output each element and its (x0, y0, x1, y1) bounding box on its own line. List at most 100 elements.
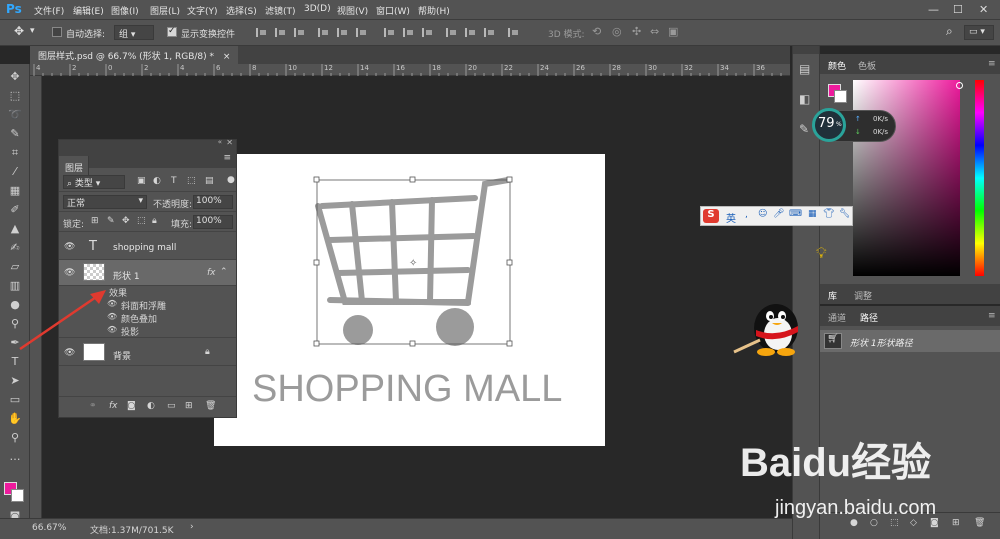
lock-artboard-icon[interactable]: ⬚ (137, 216, 146, 226)
document-tab[interactable]: 图层样式.psd @ 66.7% (形状 1, RGB/8) * × (30, 46, 239, 64)
tab-adjustments[interactable]: 调整 (854, 289, 872, 302)
3d-roll-icon[interactable]: ◎ (612, 25, 622, 38)
menu-filter[interactable]: 滤镜(T) (265, 4, 296, 17)
healing-brush-tool-icon[interactable]: ▦ (7, 184, 23, 198)
3d-rotate-icon[interactable]: ⟲ (592, 25, 601, 38)
lock-position-icon[interactable]: ✥ (122, 216, 130, 226)
emoji-icon[interactable]: ☺ (758, 209, 767, 219)
distribute-left-icon[interactable] (446, 28, 457, 37)
path-name[interactable]: 形状 1形状路径 (850, 336, 913, 349)
document-tab-close-icon[interactable]: × (223, 52, 231, 62)
delete-layer-icon[interactable]: 🗑︎ (205, 401, 216, 411)
hand-tool-icon[interactable]: ✋ (7, 412, 23, 426)
filter-shape-icon[interactable]: ⬚ (187, 176, 196, 186)
collapse-icon[interactable]: « (218, 138, 222, 146)
path-row[interactable]: 🛒︎ 形状 1形状路径 (820, 330, 1000, 352)
filter-type-icon[interactable]: T (171, 176, 177, 186)
search-icon[interactable]: ⌕ (946, 24, 953, 39)
filter-pixel-icon[interactable]: ▣ (137, 176, 146, 186)
tool-preset-chevron-icon[interactable]: ▾ (30, 26, 35, 36)
filter-smart-icon[interactable]: ▤ (205, 176, 214, 186)
clone-stamp-tool-icon[interactable]: ▲ (7, 222, 23, 236)
brush-panel-icon[interactable]: ✎ (799, 122, 809, 136)
panel-menu-icon[interactable]: ≡ (988, 59, 996, 69)
crop-tool-icon[interactable]: ⌗ (7, 146, 23, 160)
distribute-bottom-icon[interactable] (422, 28, 433, 37)
layer-row-text[interactable]: 👁︎ T shopping mall (59, 234, 236, 260)
history-brush-tool-icon[interactable]: ✍ (7, 241, 23, 255)
tab-channels[interactable]: 通道 (828, 311, 846, 324)
menu-edit[interactable]: 编辑(E) (73, 4, 104, 17)
skin-icon[interactable]: 👕︎ (823, 209, 834, 219)
fill-field[interactable]: 100% (193, 215, 233, 229)
menu-help[interactable]: 帮助(H) (418, 4, 450, 17)
ime-mode-label[interactable]: 英 (726, 210, 736, 225)
menu-view[interactable]: 视图(V) (337, 4, 368, 17)
visibility-eye-icon[interactable]: 👁︎ (64, 268, 75, 278)
minimize-button[interactable]: — (928, 3, 939, 16)
type-tool-icon[interactable]: T (7, 355, 23, 369)
filter-toggle-icon[interactable]: ● (227, 175, 235, 185)
keyboard-icon[interactable]: ⌨ (789, 209, 802, 219)
opacity-field[interactable]: 100% (193, 195, 233, 209)
align-right-icon[interactable] (294, 28, 305, 37)
menu-file[interactable]: 文件(F) (34, 4, 64, 17)
marquee-tool-icon[interactable]: ⬚ (7, 89, 23, 103)
shopping-cart-shape[interactable]: ✧ (300, 170, 530, 355)
layer-name[interactable]: shopping mall (113, 243, 176, 253)
link-layers-icon[interactable]: ⚭ (89, 401, 97, 411)
punctuation-icon[interactable]: , (745, 210, 748, 220)
background-color-swatch[interactable] (834, 90, 847, 103)
layer-name[interactable]: 形状 1 (113, 269, 140, 282)
settings-wrench-icon[interactable]: 🔧︎ (839, 209, 850, 219)
lock-pixels-icon[interactable]: ✎ (107, 216, 115, 226)
layer-row-shape[interactable]: 👁︎ 形状 1 fx ⌃ (59, 260, 236, 286)
history-icon[interactable]: ▤ (799, 62, 810, 76)
menu-window[interactable]: 窗口(W) (376, 4, 410, 17)
zoom-level[interactable]: 66.67% (32, 523, 66, 533)
delete-path-icon[interactable]: 🗑︎ (974, 518, 985, 528)
more-tools-icon[interactable]: … (7, 450, 23, 464)
effect-drop-shadow[interactable]: 投影 (121, 325, 139, 338)
menu-select[interactable]: 选择(S) (226, 4, 257, 17)
menu-image[interactable]: 图像(I) (111, 4, 139, 17)
distribute-right-icon[interactable] (484, 28, 495, 37)
brush-tool-icon[interactable]: ✐ (7, 203, 23, 217)
align-hcenter-icon[interactable] (275, 28, 286, 37)
color-picker-cursor[interactable] (956, 82, 963, 89)
effect-bevel[interactable]: 斜面和浮雕 (121, 299, 166, 312)
filter-adjust-icon[interactable]: ◐ (153, 176, 161, 186)
panel-menu-icon[interactable]: ≡ (223, 153, 231, 163)
auto-select-checkbox[interactable] (52, 27, 62, 37)
distribute-hcenter-icon[interactable] (465, 28, 476, 37)
align-bottom-icon[interactable] (356, 28, 367, 37)
menu-3d[interactable]: 3D(D) (304, 4, 331, 14)
menu-layer[interactable]: 图层(L) (150, 4, 180, 17)
quick-select-tool-icon[interactable]: ✎ (7, 127, 23, 141)
3d-slide-icon[interactable]: ⇔ (650, 25, 659, 38)
path-select-tool-icon[interactable]: ➤ (7, 374, 23, 388)
auto-align-icon[interactable] (508, 28, 519, 37)
distribute-vcenter-icon[interactable] (403, 28, 414, 37)
effect-color-overlay[interactable]: 颜色叠加 (121, 312, 157, 325)
shape-tool-icon[interactable]: ▭ (7, 393, 23, 407)
sogou-logo-icon[interactable]: S (703, 209, 719, 223)
status-menu-chevron-icon[interactable]: › (190, 522, 194, 532)
panel-menu-icon[interactable]: ≡ (988, 311, 996, 321)
maximize-button[interactable]: ☐ (953, 3, 963, 16)
visibility-eye-icon[interactable]: 👁︎ (64, 242, 75, 252)
layer-filter-dropdown[interactable]: ⌕ 类型 ▾ (63, 175, 125, 189)
add-style-icon[interactable]: fx (109, 401, 118, 411)
move-tool-icon[interactable]: ✥ (14, 24, 24, 38)
zoom-tool-icon[interactable]: ⚲ (7, 431, 23, 445)
distribute-top-icon[interactable] (384, 28, 395, 37)
tab-paths[interactable]: 路径 (860, 311, 878, 324)
lightbulb-icon[interactable]: 💡︎ (816, 244, 827, 262)
qq-penguin-icon[interactable] (732, 296, 804, 356)
lasso-tool-icon[interactable]: ➰ (7, 108, 23, 122)
new-group-icon[interactable]: ▭ (167, 401, 176, 411)
new-path-icon[interactable]: ⊞ (952, 518, 960, 528)
panel-close-icon[interactable]: ✕ (226, 138, 233, 147)
lock-transparent-icon[interactable]: ⊞ (91, 216, 99, 226)
expand-effects-icon[interactable]: ⌃ (220, 267, 228, 277)
